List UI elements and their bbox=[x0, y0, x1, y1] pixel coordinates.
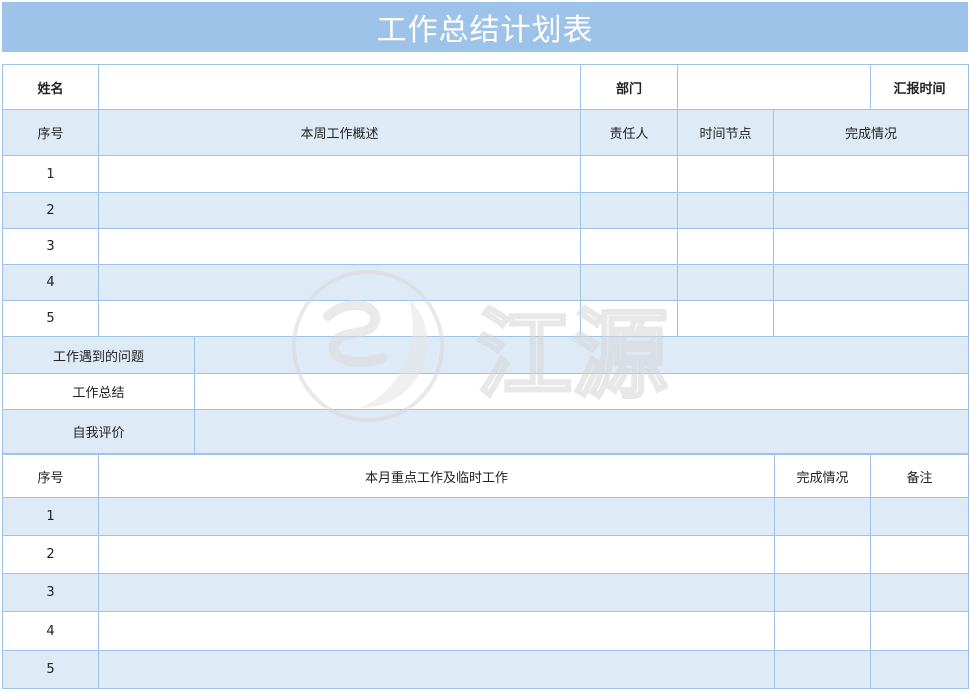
table-row: 5 bbox=[2, 300, 970, 337]
problems-field[interactable] bbox=[193, 336, 970, 374]
owner-cell[interactable] bbox=[580, 155, 679, 193]
work-cell[interactable] bbox=[98, 611, 775, 651]
self-evaluation-field[interactable] bbox=[193, 409, 970, 454]
table-row: 4 bbox=[2, 611, 969, 651]
owner-cell[interactable] bbox=[580, 228, 679, 265]
table-row: 3 bbox=[2, 228, 970, 265]
owner-cell[interactable] bbox=[580, 300, 679, 337]
work-summary-field[interactable] bbox=[193, 373, 970, 410]
status-cell[interactable] bbox=[773, 192, 970, 229]
name-field[interactable] bbox=[97, 64, 582, 110]
row-number: 4 bbox=[2, 264, 99, 301]
department-field[interactable] bbox=[677, 64, 872, 110]
col-header-no: 序号 bbox=[2, 109, 99, 156]
status-cell[interactable] bbox=[774, 535, 871, 574]
note-cell[interactable] bbox=[870, 535, 969, 574]
work-summary-label: 工作总结 bbox=[2, 373, 195, 410]
weekly-header-row: 序号 本周工作概述 责任人 时间节点 完成情况 备注 bbox=[2, 109, 970, 156]
status-cell[interactable] bbox=[773, 264, 970, 301]
summary-cell[interactable] bbox=[97, 264, 582, 301]
deadline-cell[interactable] bbox=[677, 300, 775, 337]
work-summary-row: 工作总结 bbox=[2, 373, 970, 410]
summary-cell[interactable] bbox=[97, 228, 582, 265]
status-cell[interactable] bbox=[774, 573, 871, 612]
col-header-deadline: 时间节点 bbox=[677, 109, 775, 156]
summary-cell[interactable] bbox=[97, 155, 582, 193]
col-header-owner: 责任人 bbox=[580, 109, 679, 156]
info-row: 姓名 部门 汇报时间 bbox=[2, 64, 970, 110]
row-number: 5 bbox=[2, 650, 99, 689]
row-number: 2 bbox=[2, 535, 99, 574]
monthly-work-table: 序号 本月重点工作及临时工作 完成情况 备注 1 2 3 4 5 bbox=[2, 454, 969, 689]
col-header-note: 备注 bbox=[870, 454, 969, 498]
row-number: 4 bbox=[2, 611, 99, 651]
report-time-label: 汇报时间 bbox=[870, 64, 970, 110]
deadline-cell[interactable] bbox=[677, 192, 775, 229]
owner-cell[interactable] bbox=[580, 192, 679, 229]
table-row: 1 bbox=[2, 155, 970, 193]
problems-label: 工作遇到的问题 bbox=[2, 336, 195, 374]
col-header-no: 序号 bbox=[2, 454, 99, 498]
table-row: 1 bbox=[2, 497, 969, 536]
status-cell[interactable] bbox=[774, 650, 871, 689]
row-number: 5 bbox=[2, 300, 99, 337]
work-cell[interactable] bbox=[98, 535, 775, 574]
self-evaluation-label: 自我评价 bbox=[2, 409, 195, 454]
status-cell[interactable] bbox=[773, 300, 970, 337]
work-cell[interactable] bbox=[98, 650, 775, 689]
page-title: 工作总结计划表 bbox=[2, 2, 968, 52]
name-label: 姓名 bbox=[2, 64, 99, 110]
table-row: 5 bbox=[2, 650, 969, 689]
col-header-status: 完成情况 bbox=[774, 454, 871, 498]
department-label: 部门 bbox=[580, 64, 679, 110]
summary-cell[interactable] bbox=[97, 300, 582, 337]
row-number: 2 bbox=[2, 192, 99, 229]
deadline-cell[interactable] bbox=[677, 155, 775, 193]
note-cell[interactable] bbox=[870, 650, 969, 689]
weekly-summary-table: 姓名 部门 汇报时间 序号 本周工作概述 责任人 时间节点 完成情况 备注 1 … bbox=[2, 64, 970, 454]
owner-cell[interactable] bbox=[580, 264, 679, 301]
status-cell[interactable] bbox=[773, 228, 970, 265]
status-cell[interactable] bbox=[774, 497, 871, 536]
table-row: 2 bbox=[2, 192, 970, 229]
deadline-cell[interactable] bbox=[677, 264, 775, 301]
summary-cell[interactable] bbox=[97, 192, 582, 229]
col-header-summary: 本周工作概述 bbox=[97, 109, 582, 156]
monthly-header-row: 序号 本月重点工作及临时工作 完成情况 备注 bbox=[2, 454, 969, 498]
self-evaluation-row: 自我评价 bbox=[2, 409, 970, 454]
problems-row: 工作遇到的问题 bbox=[2, 336, 970, 374]
table-row: 3 bbox=[2, 573, 969, 612]
status-cell[interactable] bbox=[774, 611, 871, 651]
deadline-cell[interactable] bbox=[677, 228, 775, 265]
note-cell[interactable] bbox=[870, 573, 969, 612]
table-row: 4 bbox=[2, 264, 970, 301]
note-cell[interactable] bbox=[870, 497, 969, 536]
row-number: 1 bbox=[2, 155, 99, 193]
row-number: 3 bbox=[2, 228, 99, 265]
status-cell[interactable] bbox=[773, 155, 970, 193]
row-number: 1 bbox=[2, 497, 99, 536]
work-cell[interactable] bbox=[98, 497, 775, 536]
table-row: 2 bbox=[2, 535, 969, 574]
note-cell[interactable] bbox=[870, 611, 969, 651]
col-header-status: 完成情况 bbox=[773, 109, 970, 156]
row-number: 3 bbox=[2, 573, 99, 612]
work-cell[interactable] bbox=[98, 573, 775, 612]
col-header-work: 本月重点工作及临时工作 bbox=[98, 454, 775, 498]
